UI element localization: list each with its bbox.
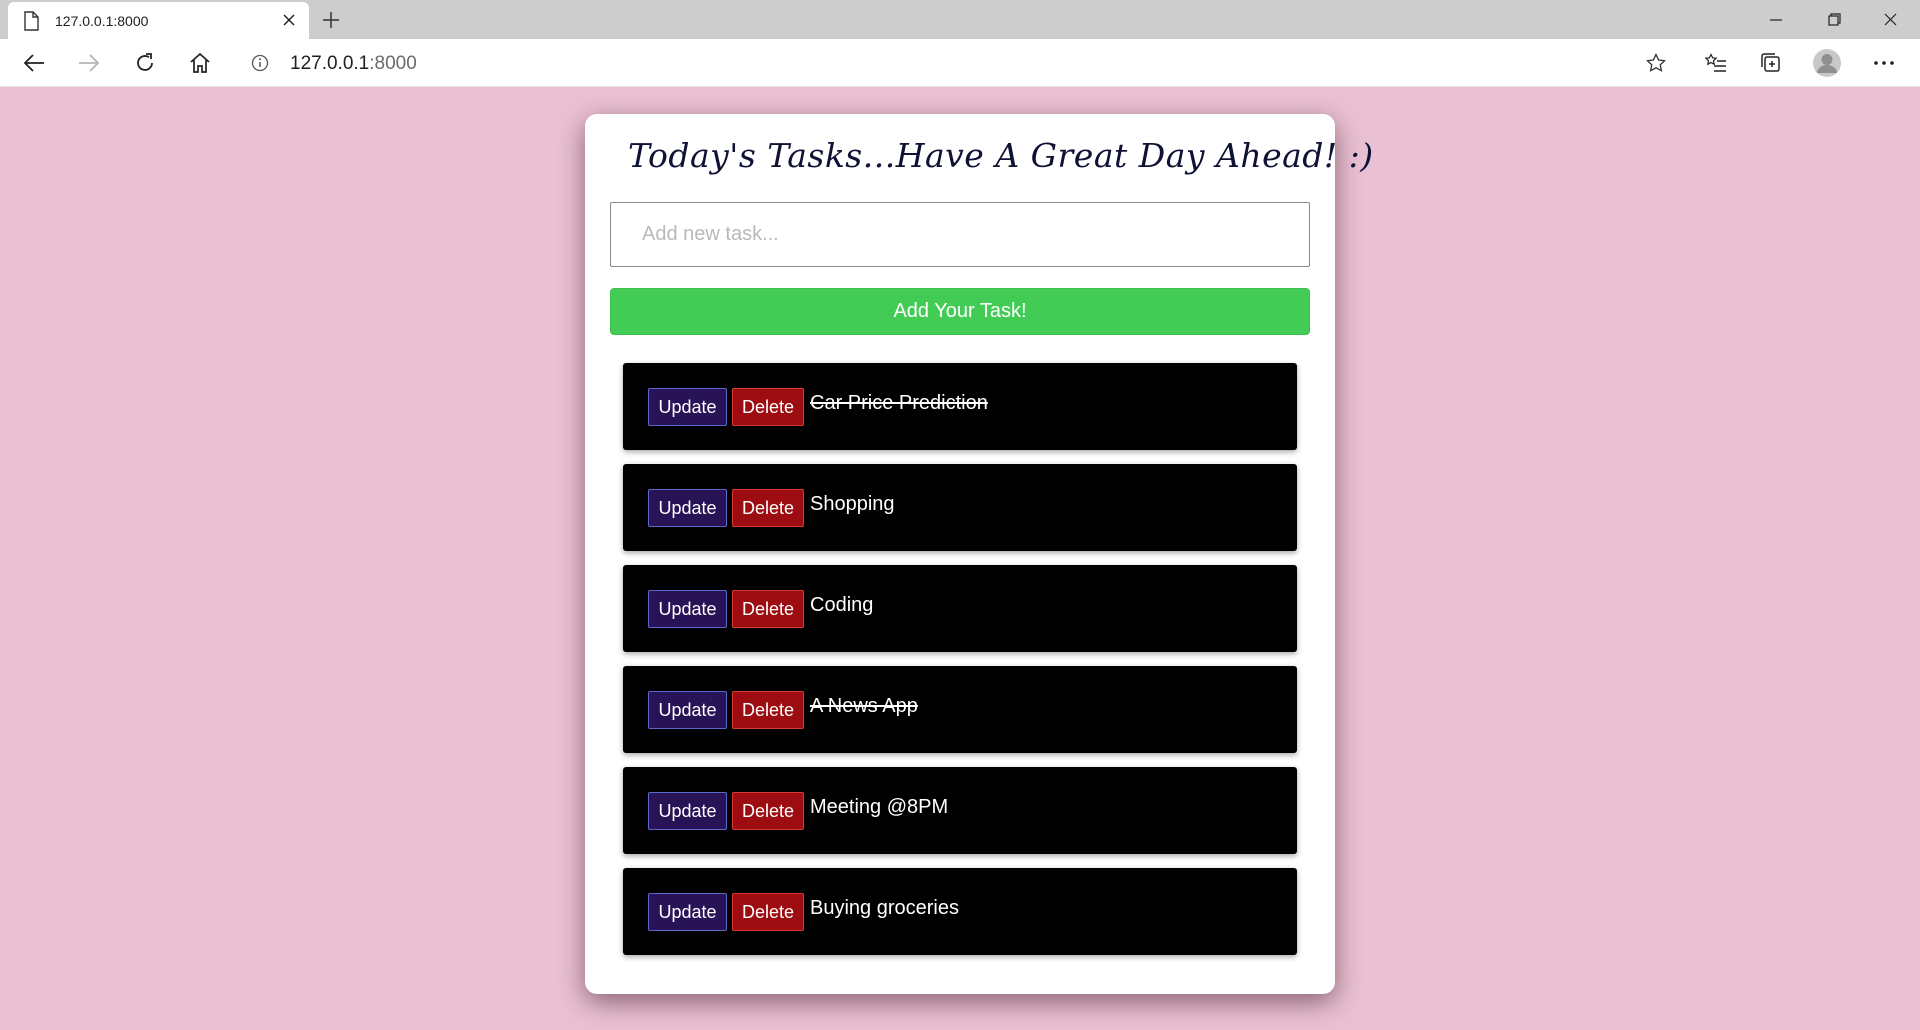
restore-icon[interactable] [1806, 0, 1862, 39]
task-list: Update Delete Car Price Prediction Update De… [623, 363, 1297, 969]
new-task-input[interactable] [610, 202, 1310, 267]
page-background: Today's Tasks...Have A Great Day Ahead! … [0, 87, 1920, 1030]
tab-title: 127.0.0.1:8000 [55, 13, 149, 29]
task-text: Car Price Prediction [810, 392, 988, 414]
browser-toolbar: 127.0.0.1:8000 [0, 39, 1920, 87]
update-button[interactable]: Update [648, 691, 727, 729]
browser-tab[interactable]: 127.0.0.1:8000 [8, 2, 309, 39]
task-text: Meeting @8PM [810, 796, 949, 818]
delete-button[interactable]: Delete [732, 590, 804, 628]
update-button[interactable]: Update [648, 590, 727, 628]
task-item: Update Delete Coding [623, 565, 1297, 652]
page-title: Today's Tasks...Have A Great Day Ahead! … [628, 136, 1374, 175]
more-options-icon[interactable] [1868, 47, 1900, 79]
refresh-icon[interactable] [129, 47, 161, 79]
update-button[interactable]: Update [648, 489, 727, 527]
close-window-icon[interactable] [1862, 0, 1918, 39]
url-host: 127.0.0.1 [290, 53, 370, 74]
info-icon[interactable] [251, 54, 269, 72]
favorites-list-icon[interactable] [1700, 47, 1732, 79]
delete-button[interactable]: Delete [732, 893, 804, 931]
task-text: Coding [810, 594, 874, 616]
home-icon[interactable] [184, 47, 216, 79]
task-item: Update Delete Meeting @8PM [623, 767, 1297, 854]
profile-avatar-icon[interactable] [1811, 47, 1843, 79]
task-item: Update Delete Shopping [623, 464, 1297, 551]
url-port: :8000 [369, 53, 417, 74]
back-arrow-icon[interactable] [18, 47, 50, 79]
page-icon [23, 11, 39, 31]
task-text: Shopping [810, 493, 895, 515]
delete-button[interactable]: Delete [732, 691, 804, 729]
task-item: Update Delete Car Price Prediction [623, 363, 1297, 450]
collections-icon[interactable] [1755, 47, 1787, 79]
close-tab-icon[interactable] [281, 12, 297, 28]
delete-button[interactable]: Delete [732, 489, 804, 527]
task-text: Buying groceries [810, 897, 959, 919]
address-bar[interactable]: 127.0.0.1:8000 [236, 44, 1680, 82]
new-tab-icon[interactable] [318, 7, 344, 33]
update-button[interactable]: Update [648, 388, 727, 426]
update-button[interactable]: Update [648, 893, 727, 931]
task-text: A News App [810, 695, 918, 717]
task-item: Update Delete A News App [623, 666, 1297, 753]
favorite-star-icon[interactable] [1645, 52, 1667, 73]
url-text: 127.0.0.1:8000 [290, 53, 417, 75]
task-item: Update Delete Buying groceries [623, 868, 1297, 955]
todo-card: Today's Tasks...Have A Great Day Ahead! … [585, 114, 1373, 994]
add-task-button[interactable]: Add Your Task! [610, 288, 1310, 335]
delete-button[interactable]: Delete [732, 792, 804, 830]
delete-button[interactable]: Delete [732, 388, 804, 426]
forward-arrow-icon[interactable] [73, 47, 105, 79]
update-button[interactable]: Update [648, 792, 727, 830]
minimize-icon[interactable] [1748, 0, 1804, 39]
browser-tab-bar: 127.0.0.1:8000 [0, 0, 1920, 39]
